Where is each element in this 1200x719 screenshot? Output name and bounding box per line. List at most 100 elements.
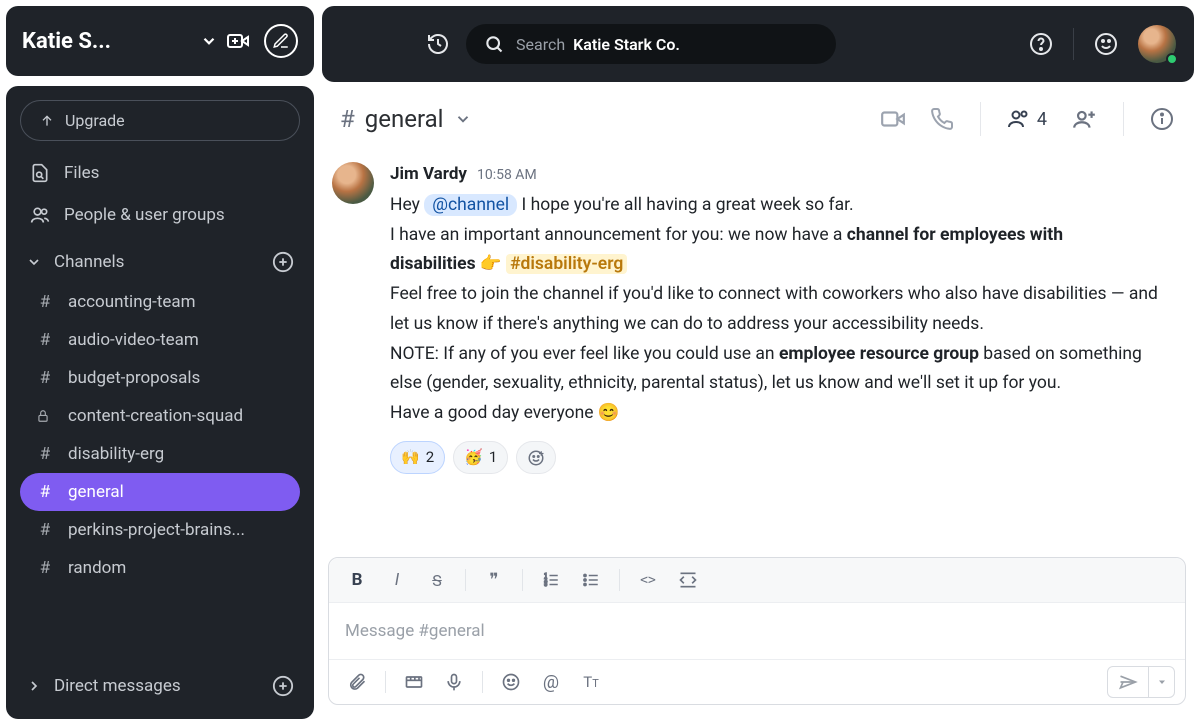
reaction[interactable]: 🙌2 <box>390 441 445 475</box>
sidebar-body: Upgrade Files People & user groups Chann… <box>6 86 314 719</box>
ordered-list-button[interactable]: 123 <box>533 564 569 596</box>
hash-icon: # <box>36 482 54 502</box>
hash-icon: # <box>36 368 54 388</box>
strike-button[interactable]: S <box>419 564 455 596</box>
topbar: Search Katie Stark Co. <box>322 6 1194 82</box>
presence-dot <box>1166 53 1178 65</box>
workspace-name[interactable]: Katie S... <box>22 29 192 54</box>
hash-icon: # <box>36 292 54 312</box>
add-emoji-icon <box>527 449 545 467</box>
compose-icon[interactable] <box>264 24 298 58</box>
new-video-icon[interactable] <box>226 29 250 53</box>
add-member-icon[interactable] <box>1071 106 1097 132</box>
hash-icon: # <box>36 558 54 578</box>
workspace-header: Katie S... <box>6 6 314 76</box>
bold-button[interactable]: B <box>339 564 375 596</box>
search-label: Search <box>516 35 565 54</box>
channel-item-audio-video-team[interactable]: # audio-video-team <box>20 321 300 359</box>
dm-section-header[interactable]: Direct messages <box>16 661 304 705</box>
emoji-icon[interactable] <box>1094 32 1118 56</box>
sidebar-item-files[interactable]: Files <box>16 153 304 193</box>
channels-section-header[interactable]: Channels <box>16 237 304 281</box>
channel-name: general <box>365 105 444 133</box>
emoji-picker-icon[interactable] <box>493 666 529 698</box>
channels-label: Channels <box>54 252 124 272</box>
hash-icon: # <box>340 105 355 133</box>
message: Jim Vardy 10:58 AM Hey @channel I hope y… <box>332 160 1174 474</box>
channel-label: content-creation-squad <box>68 406 243 426</box>
attachment-toolbar: @ TT <box>329 659 1185 704</box>
channel-label: random <box>68 558 126 578</box>
channel-label: audio-video-team <box>68 330 199 350</box>
italic-button[interactable]: I <box>379 564 415 596</box>
mention[interactable]: @channel <box>424 194 517 216</box>
history-icon[interactable] <box>426 32 450 56</box>
video-call-icon[interactable] <box>880 106 906 132</box>
code-button[interactable]: <> <box>630 564 666 596</box>
message-area: Jim Vardy 10:58 AM Hey @channel I hope y… <box>314 156 1200 543</box>
chevron-down-icon <box>26 254 42 270</box>
send-button[interactable] <box>1108 667 1148 697</box>
composer: B I S ❞ 123 <> Message #general <box>328 557 1186 705</box>
bullet-list-button[interactable] <box>573 564 609 596</box>
channel-item-random[interactable]: # random <box>20 549 300 587</box>
channel-link[interactable]: #disability-erg <box>506 254 627 274</box>
send-icon <box>1118 672 1138 692</box>
chevron-right-icon <box>26 678 42 694</box>
upgrade-button[interactable]: Upgrade <box>20 100 300 141</box>
people-label: People & user groups <box>64 205 225 225</box>
channel-header: # general 4 <box>314 82 1200 156</box>
send-options-button[interactable] <box>1148 667 1174 697</box>
codeblock-button[interactable] <box>670 564 706 596</box>
add-dm-icon[interactable] <box>272 675 294 697</box>
hash-icon: # <box>36 444 54 464</box>
svg-text:3: 3 <box>544 582 547 588</box>
reactions: 🙌2 🥳1 <box>390 441 1174 475</box>
main-area: Search Katie Stark Co. # general <box>314 0 1200 719</box>
audio-call-icon[interactable] <box>930 107 954 131</box>
upgrade-label: Upgrade <box>65 111 125 130</box>
channel-item-general[interactable]: #general <box>20 473 300 511</box>
dm-label: Direct messages <box>54 676 181 696</box>
channel-name-dropdown[interactable]: # general <box>340 105 472 133</box>
files-label: Files <box>64 163 99 183</box>
text-format-icon[interactable]: TT <box>573 666 609 698</box>
message-input[interactable]: Message #general <box>329 603 1185 659</box>
channel-item-budget-proposals[interactable]: # budget-proposals <box>20 359 300 397</box>
search-context: Katie Stark Co. <box>573 35 680 54</box>
hash-icon: # <box>36 520 54 540</box>
member-count[interactable]: 4 <box>1007 107 1047 131</box>
chevron-down-icon[interactable] <box>200 32 218 50</box>
channel-item-content-creation-squad[interactable]: content-creation-squad <box>20 397 300 435</box>
channel-list: #accounting-team#audio-video-team#budget… <box>16 283 304 587</box>
help-icon[interactable] <box>1029 32 1053 56</box>
sidebar-item-people[interactable]: People & user groups <box>16 195 304 235</box>
channel-item-perkins-project-brains-[interactable]: # perkins-project-brains... <box>20 511 300 549</box>
message-text: Hey @channel I hope you're all having a … <box>390 191 1174 429</box>
quote-button[interactable]: ❞ <box>476 564 512 596</box>
mention-button[interactable]: @ <box>533 666 569 698</box>
add-channel-icon[interactable] <box>272 251 294 273</box>
hash-icon: # <box>36 330 54 350</box>
message-time: 10:58 AM <box>477 164 537 188</box>
chevron-down-icon <box>454 110 472 128</box>
channel-label: budget-proposals <box>68 368 200 388</box>
channel-label: perkins-project-brains... <box>68 520 245 540</box>
attach-icon[interactable] <box>339 666 375 698</box>
channel-item-disability-erg[interactable]: # disability-erg <box>20 435 300 473</box>
add-reaction-button[interactable] <box>516 441 556 475</box>
info-icon[interactable] <box>1150 107 1174 131</box>
reaction[interactable]: 🥳1 <box>453 441 508 475</box>
message-author[interactable]: Jim Vardy <box>390 160 467 189</box>
mic-icon[interactable] <box>436 666 472 698</box>
message-avatar[interactable] <box>332 162 374 204</box>
lock-icon <box>36 409 54 423</box>
search-icon <box>484 34 504 54</box>
channel-item-accounting-team[interactable]: #accounting-team <box>20 283 300 321</box>
people-icon <box>30 205 50 225</box>
avatar[interactable] <box>1138 25 1176 63</box>
channel-label: disability-erg <box>68 444 164 464</box>
search-input[interactable]: Search Katie Stark Co. <box>466 24 836 64</box>
video-attach-icon[interactable] <box>396 666 432 698</box>
formatting-toolbar: B I S ❞ 123 <> <box>329 558 1185 603</box>
